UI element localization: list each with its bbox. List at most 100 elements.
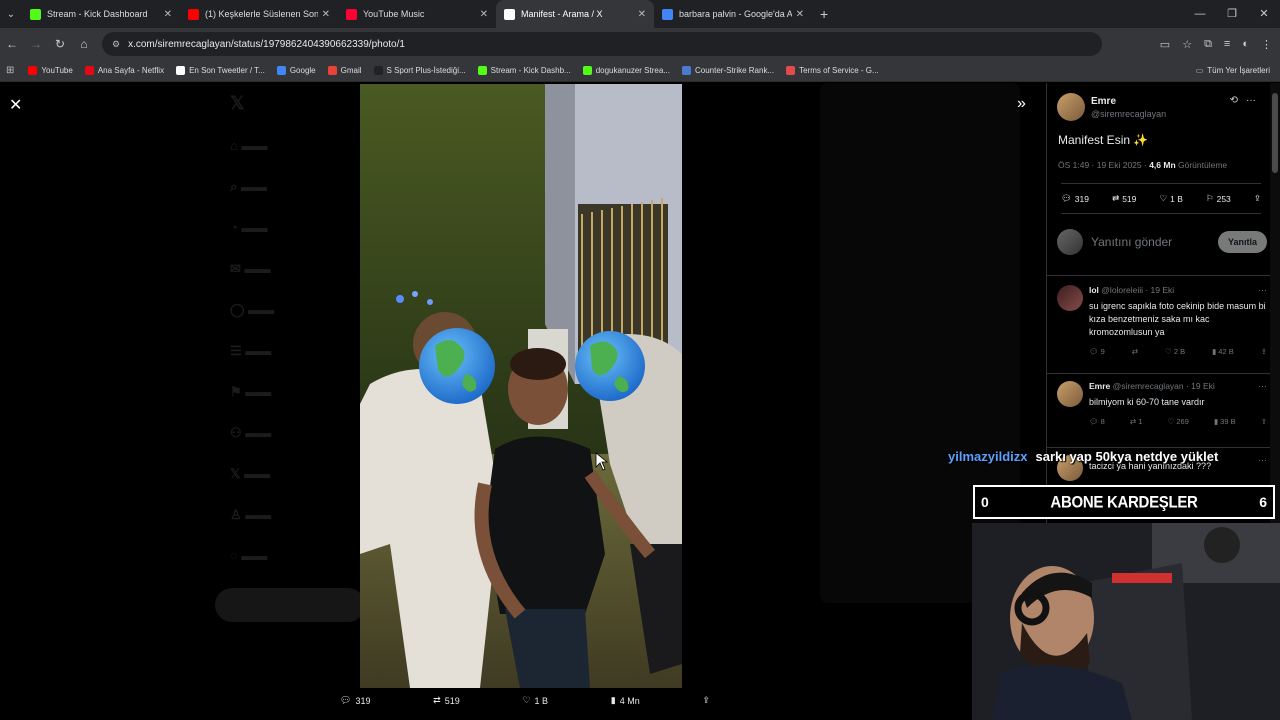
- apps-grid-icon[interactable]: ⊞: [6, 65, 14, 76]
- comment-reply-button[interactable]: 💬︎ 8: [1089, 417, 1105, 426]
- bookmark-item[interactable]: Counter-Strike Rank...: [681, 66, 774, 75]
- bookmark-favicon-icon: [681, 66, 691, 75]
- comment-like-button[interactable]: ♡ 2 B: [1165, 347, 1185, 356]
- bookmark-item[interactable]: YouTube: [28, 66, 73, 75]
- bookmark-item[interactable]: En Son Tweetler / T...: [176, 66, 265, 75]
- comment-views-button[interactable]: ▮ 39 B: [1214, 417, 1236, 426]
- bookmark-icon: ⚐: [1205, 193, 1214, 203]
- comment-views-button[interactable]: ▮ 42 B: [1212, 347, 1234, 356]
- close-window-icon[interactable]: ✕: [1248, 0, 1280, 28]
- browser-tab[interactable]: Manifest - Arama / X ✕: [496, 0, 654, 28]
- like-stat-button[interactable]: ♡ 1 B: [1159, 193, 1182, 204]
- browser-tab[interactable]: Stream - Kick Dashboard ✕: [22, 0, 180, 28]
- photo-like-button[interactable]: ♡ 1 B: [522, 695, 548, 706]
- author-username[interactable]: @siremrecaglayan: [1091, 109, 1166, 119]
- minimize-icon[interactable]: —: [1184, 0, 1216, 28]
- media-controls-icon[interactable]: ≡: [1224, 38, 1230, 50]
- comment-more-icon[interactable]: ···: [1258, 285, 1267, 295]
- tab-search-chevron-icon[interactable]: ⌄: [0, 0, 22, 28]
- close-tab-icon[interactable]: ✕: [796, 9, 804, 20]
- comment-author-name[interactable]: Emre: [1089, 381, 1110, 391]
- scrollbar-thumb[interactable]: [1272, 93, 1278, 173]
- photo-reply-button[interactable]: 💬︎ 319: [340, 695, 370, 706]
- bookmark-stat-button[interactable]: ⚐ 253: [1206, 193, 1231, 204]
- bookmark-item[interactable]: S Sport Plus-İstediği...: [373, 66, 466, 75]
- comment-more-icon[interactable]: ···: [1258, 455, 1267, 465]
- bookmark-label: S Sport Plus-İstediği...: [386, 66, 466, 75]
- photo-share-button[interactable]: ⇪: [702, 695, 710, 706]
- photo-viewer-page: 𝕏 ⌂ ▬▬ ⌕ ▬▬ ◔ ▬▬ ✉ ▬▬ ◯ ▬▬ ☰ ▬▬ ⚑ ▬▬ ⚇ ▬▬ 𝕏 ▬▬…: [0, 83, 1280, 720]
- back-arrow-icon[interactable]: ←: [0, 37, 24, 51]
- bookmark-item[interactable]: Stream - Kick Dashb...: [477, 66, 571, 75]
- bookmark-item[interactable]: Terms of Service - G...: [786, 66, 879, 75]
- url-bar[interactable]: ⚙ x.com/siremrecaglayan/status/197986240…: [102, 32, 1102, 56]
- cast-icon[interactable]: ▭: [1160, 38, 1170, 51]
- reply-icon: 💬︎: [1061, 193, 1072, 203]
- home-icon[interactable]: ⌂: [72, 37, 96, 51]
- comment-item[interactable]: Emre @siremrecaglayan · 19 Eki ··· bilmi…: [1057, 381, 1267, 426]
- reply-stat-button[interactable]: 💬︎ 319: [1061, 193, 1089, 204]
- restore-icon[interactable]: ❐: [1216, 0, 1248, 28]
- comment-share-icon[interactable]: ⇪: [1261, 347, 1267, 356]
- comment-handle[interactable]: @siremrecaglayan · 19 Eki: [1113, 381, 1215, 391]
- comment-reply-button[interactable]: 💬︎ 9: [1089, 347, 1105, 356]
- browser-menu-icon[interactable]: ⋮: [1261, 38, 1272, 51]
- browser-tab[interactable]: YouTube Music ✕: [338, 0, 496, 28]
- comment-avatar[interactable]: [1057, 285, 1083, 311]
- all-bookmarks-label: Tüm Yer İşaretleri: [1207, 66, 1270, 75]
- comment-like-button[interactable]: ♡ 269: [1168, 417, 1189, 426]
- close-tab-icon[interactable]: ✕: [164, 9, 172, 20]
- bookmark-item[interactable]: Google: [276, 66, 316, 75]
- comment-handle[interactable]: @loloreleiii · 19 Eki: [1101, 285, 1174, 295]
- browser-tab[interactable]: barbara palvin - Google'da Ara ✕: [654, 0, 812, 28]
- bookmark-item[interactable]: dogukanuzer Strea...: [582, 66, 670, 75]
- close-tab-icon[interactable]: ✕: [480, 9, 488, 20]
- all-bookmarks[interactable]: ▭ Tüm Yer İşaretleri: [1196, 66, 1270, 75]
- author-avatar[interactable]: [1057, 93, 1085, 121]
- tweet-photo[interactable]: [360, 84, 682, 688]
- profile-avatar-icon[interactable]: ◐: [1242, 38, 1249, 50]
- comment-more-icon[interactable]: ···: [1258, 381, 1267, 391]
- comment-item[interactable]: lol @loloreleiii · 19 Eki ··· su igrenc …: [1057, 285, 1267, 356]
- more-options-icon[interactable]: ···: [1246, 95, 1256, 106]
- comment-repost-button[interactable]: ⇄: [1132, 347, 1138, 356]
- bookmark-star-icon[interactable]: ☆: [1182, 38, 1192, 51]
- bookmark-list: YouTube Ana Sayfa - Netflix En Son Tweet…: [28, 66, 890, 75]
- reply-count: 319: [1074, 193, 1089, 204]
- forward-arrow-icon[interactable]: →: [24, 37, 48, 51]
- comment-like-count: 2 B: [1173, 347, 1186, 356]
- divider: [1047, 373, 1271, 374]
- bookmark-item[interactable]: Gmail: [327, 66, 362, 75]
- grok-icon[interactable]: ⟲: [1230, 95, 1238, 106]
- close-tab-icon[interactable]: ✕: [638, 9, 646, 20]
- photo-repost-count: 519: [444, 695, 460, 706]
- close-photo-icon[interactable]: ✕: [9, 95, 22, 115]
- comment-repost-button[interactable]: ⇄ 1: [1130, 417, 1143, 426]
- comment-share-icon[interactable]: ⇪: [1261, 417, 1267, 426]
- new-tab-plus-icon[interactable]: +: [812, 6, 836, 22]
- photo-views-button[interactable]: ▮ 4 Mn: [611, 695, 640, 706]
- comment-header: lol @loloreleiii · 19 Eki ···: [1089, 285, 1267, 295]
- tweet-time[interactable]: ÖS 1:49 · 19 Eki 2025 ·: [1058, 160, 1149, 170]
- browser-tab[interactable]: (1) Keşkelerle Süslenen Sonbahar ✕: [180, 0, 338, 28]
- repost-stat-button[interactable]: ⇄ 519: [1112, 193, 1136, 204]
- comment-author-name[interactable]: lol: [1089, 285, 1099, 295]
- author-display-name[interactable]: Emre: [1091, 96, 1166, 107]
- bookmark-favicon-icon: [327, 66, 337, 75]
- reload-icon[interactable]: ↻: [48, 37, 72, 51]
- site-info-icon[interactable]: ⚙: [112, 39, 120, 50]
- reply-submit-button[interactable]: Yanıtla: [1217, 231, 1267, 253]
- comment-actions: 💬︎ 9 ⇄ ♡ 2 B ▮ 42 B ⇪: [1089, 347, 1267, 356]
- tweet-meta: ÖS 1:49 · 19 Eki 2025 · 4,6 Mn Görüntüle…: [1058, 160, 1227, 170]
- comment-avatar[interactable]: [1057, 381, 1083, 407]
- chat-text: sarkı yap 50kya netdye yüklet: [1035, 449, 1219, 464]
- close-tab-icon[interactable]: ✕: [322, 9, 330, 20]
- share-stat-button[interactable]: ⇪: [1254, 193, 1261, 204]
- reply-input[interactable]: Yanıtını gönder: [1091, 235, 1218, 249]
- extensions-icon[interactable]: ⧉: [1204, 38, 1212, 51]
- tweet-author[interactable]: Emre @siremrecaglayan: [1057, 93, 1166, 121]
- collapse-panel-icon[interactable]: »: [1017, 95, 1026, 113]
- bookmark-item[interactable]: Ana Sayfa - Netflix: [84, 66, 164, 75]
- folder-icon: ▭: [1195, 66, 1204, 75]
- photo-repost-button[interactable]: ⇄ 519: [433, 695, 460, 706]
